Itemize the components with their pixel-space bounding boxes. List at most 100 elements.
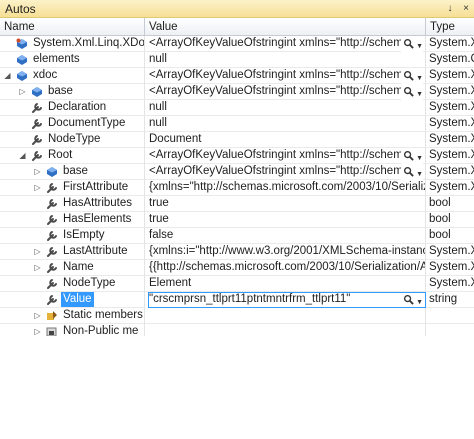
table-row[interactable]: ◢ xdoc <ArrayOfKeyValueOfstringint xmlns="…	[0, 68, 474, 84]
expand-arrow-icon[interactable]: ▷	[18, 87, 27, 96]
name-cell[interactable]: ▷ LastAttribute	[0, 244, 145, 260]
column-header-value[interactable]: Value	[145, 18, 426, 36]
collapse-arrow-icon[interactable]: ◢	[18, 151, 27, 160]
value-cell[interactable]: Element	[145, 276, 426, 292]
expand-arrow-icon[interactable]: ▷	[33, 167, 42, 176]
expand-arrow-icon[interactable]: ▷	[33, 327, 42, 336]
close-icon[interactable]: ×	[458, 1, 474, 17]
property-icon	[31, 134, 43, 146]
variable-name: HasElements	[63, 213, 132, 225]
magnifier-icon[interactable]	[403, 294, 414, 308]
dropdown-arrow-icon[interactable]: ▼	[416, 71, 423, 85]
expand-arrow-icon[interactable]: ▷	[33, 311, 42, 320]
column-header-type[interactable]: Type	[426, 18, 474, 36]
visualizer-tools: ▼	[401, 166, 423, 180]
table-row[interactable]: Value "crscmprsn_ttlprt11ptntmntrfrm_ttlp…	[0, 292, 474, 308]
variable-value: true	[149, 197, 169, 209]
value-cell[interactable]: <ArrayOfKeyValueOfstringint xmlns="http:…	[145, 148, 426, 164]
value-cell[interactable]: <ArrayOfKeyValueOfstringint xmlns="http:…	[145, 36, 426, 52]
table-row[interactable]: NodeType Document System.X	[0, 132, 474, 148]
name-cell[interactable]: elements	[0, 52, 145, 68]
magnifier-icon[interactable]	[403, 70, 414, 84]
name-cell[interactable]: ◢ Root	[0, 148, 145, 164]
name-cell[interactable]: HasElements	[0, 212, 145, 228]
magnifier-icon[interactable]	[403, 38, 414, 52]
magnifier-icon[interactable]	[403, 86, 414, 100]
table-row[interactable]: Declaration null System.X	[0, 100, 474, 116]
table-row[interactable]: elements null System.C	[0, 52, 474, 68]
value-cell[interactable]: null	[145, 100, 426, 116]
expand-arrow-icon[interactable]: ▷	[33, 183, 42, 192]
table-row[interactable]: ▷ FirstAttribute {xmlns="http://schemas.mi…	[0, 180, 474, 196]
value-cell[interactable]: null	[145, 52, 426, 68]
expand-arrow-icon[interactable]: ▷	[33, 263, 42, 272]
name-cell[interactable]: ▷ Static members	[0, 308, 145, 324]
name-cell[interactable]: Declaration	[0, 100, 145, 116]
variable-name: System.Xml.Linq.XDo	[33, 37, 145, 49]
table-row[interactable]: IsEmpty false bool	[0, 228, 474, 244]
variable-value: <ArrayOfKeyValueOfstringint xmlns="http:…	[149, 149, 410, 161]
pin-icon[interactable]: ↓	[442, 1, 458, 17]
visualizer-tools: ▼	[401, 38, 423, 52]
value-cell[interactable]	[145, 308, 426, 324]
variable-name: Static members	[63, 309, 143, 321]
value-cell[interactable]: true	[145, 212, 426, 228]
name-cell[interactable]: NodeType	[0, 132, 145, 148]
table-row[interactable]: NodeType Element System.X	[0, 276, 474, 292]
variable-name: FirstAttribute	[63, 181, 129, 193]
name-cell[interactable]: ▷ FirstAttribute	[0, 180, 145, 196]
value-cell[interactable]: {xmlns:i="http://www.w3.org/2001/XMLSche…	[145, 244, 426, 260]
property-icon	[46, 214, 58, 226]
table-row[interactable]: ▷ base <ArrayOfKeyValueOfstringint xmlns="…	[0, 84, 474, 100]
name-cell[interactable]: ▷ base	[0, 164, 145, 180]
dropdown-arrow-icon[interactable]: ▼	[416, 39, 423, 53]
value-cell[interactable]: Document	[145, 132, 426, 148]
value-cell[interactable]: "crscmprsn_ttlprt11ptntmntrfrm_ttlprt11"…	[145, 292, 426, 308]
table-row[interactable]: System.Xml.Linq.XDo <ArrayOfKeyValueOfstr…	[0, 36, 474, 52]
dropdown-arrow-icon[interactable]: ▼	[416, 295, 423, 309]
name-cell[interactable]: Value	[0, 292, 145, 308]
table-row[interactable]: ▷ LastAttribute {xmlns:i="http://www.w3.or…	[0, 244, 474, 260]
variable-name: Declaration	[48, 101, 107, 113]
name-cell[interactable]: ▷ base	[0, 84, 145, 100]
dropdown-arrow-icon[interactable]: ▼	[416, 167, 423, 181]
value-cell[interactable]: null	[145, 116, 426, 132]
collapse-arrow-icon[interactable]: ◢	[3, 71, 12, 80]
table-row[interactable]: ▷ Name {{http://schemas.microsoft.com/2003…	[0, 260, 474, 276]
field-pin-icon	[16, 38, 28, 50]
value-cell[interactable]: <ArrayOfKeyValueOfstringint xmlns="http:…	[145, 68, 426, 84]
value-cell[interactable]: {xmlns="http://schemas.microsoft.com/200…	[145, 180, 426, 196]
type-cell: System.X	[429, 165, 474, 177]
table-row[interactable]: ▷ base <ArrayOfKeyValueOfstringint xmlns="…	[0, 164, 474, 180]
magnifier-icon[interactable]	[403, 150, 414, 164]
dropdown-arrow-icon[interactable]: ▼	[416, 151, 423, 165]
expand-arrow-icon[interactable]: ▷	[33, 247, 42, 256]
dropdown-arrow-icon[interactable]: ▼	[416, 87, 423, 101]
name-cell[interactable]: System.Xml.Linq.XDo	[0, 36, 145, 52]
name-cell[interactable]: ◢ xdoc	[0, 68, 145, 84]
field-icon	[16, 70, 28, 82]
variable-name: base	[48, 85, 73, 97]
type-cell: bool	[429, 197, 451, 209]
name-cell[interactable]: HasAttributes	[0, 196, 145, 212]
value-cell[interactable]: <ArrayOfKeyValueOfstringint xmlns="http:…	[145, 84, 426, 100]
table-row[interactable]: DocumentType null System.X	[0, 116, 474, 132]
column-header-name[interactable]: Name	[0, 18, 145, 36]
type-cell	[426, 308, 474, 324]
name-cell[interactable]: NodeType	[0, 276, 145, 292]
table-row[interactable]: ▷ Static members	[0, 308, 474, 324]
name-cell[interactable]: IsEmpty	[0, 228, 145, 244]
value-cell[interactable]: <ArrayOfKeyValueOfstringint xmlns="http:…	[145, 164, 426, 180]
table-row[interactable]: ◢ Root <ArrayOfKeyValueOfstringint xmlns="…	[0, 148, 474, 164]
table-row[interactable]: HasElements true bool	[0, 212, 474, 228]
value-cell[interactable]: false	[145, 228, 426, 244]
variable-value: "crscmprsn_ttlprt11ptntmntrfrm_ttlprt11"	[149, 293, 351, 305]
type-cell: System.X	[429, 85, 474, 97]
table-row[interactable]: HasAttributes true bool	[0, 196, 474, 212]
value-cell[interactable]: true	[145, 196, 426, 212]
name-cell[interactable]: ▷ Name	[0, 260, 145, 276]
name-cell[interactable]: DocumentType	[0, 116, 145, 132]
value-cell[interactable]: {{http://schemas.microsoft.com/2003/10/S…	[145, 260, 426, 276]
type-cell: System.X	[429, 37, 474, 49]
magnifier-icon[interactable]	[403, 166, 414, 180]
